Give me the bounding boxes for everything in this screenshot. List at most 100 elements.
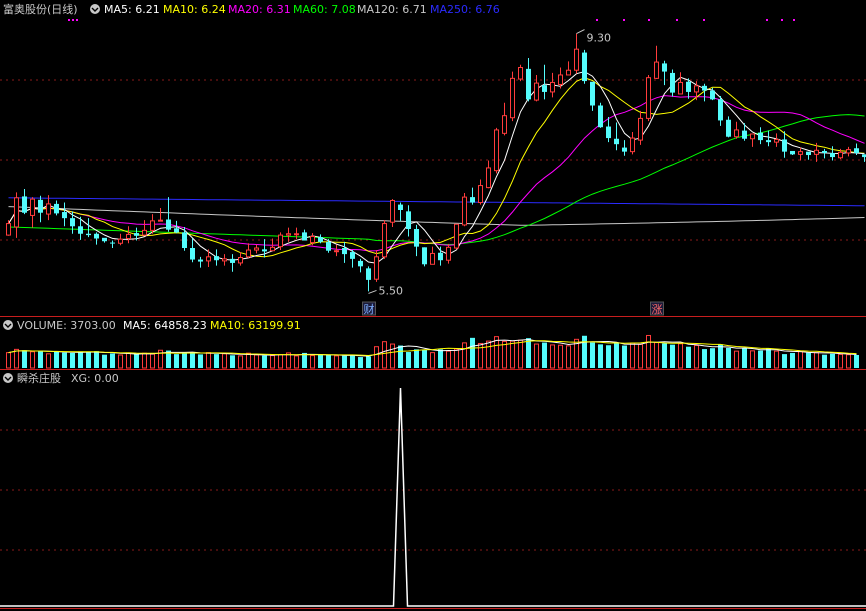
volume-bar-down: [62, 352, 67, 368]
candle-body-up: [566, 69, 571, 76]
high-pointer: [576, 29, 585, 35]
candle-body-down: [622, 147, 627, 152]
volume-bar-up: [46, 353, 51, 369]
stock-name: 富奥股份(日线): [3, 2, 78, 16]
xg-signal-line: [0, 387, 866, 607]
candle-body-down: [174, 228, 179, 233]
volume-bar-down: [414, 349, 419, 368]
candle-body-down: [822, 150, 827, 153]
candle-body-up: [814, 149, 819, 155]
volume-bar-down: [686, 346, 691, 368]
volume-bar-up: [494, 336, 499, 369]
signal-dot: [68, 19, 70, 21]
candle-body-up: [14, 197, 19, 228]
candle-body-down: [190, 248, 195, 260]
candle-body-down: [758, 132, 763, 141]
volume-bar-down: [830, 353, 835, 368]
candle-body-up: [126, 233, 131, 240]
volume-bar-down: [230, 355, 235, 368]
candle-body-up: [446, 246, 451, 261]
volume-ma5-label: MA5: 64858.23: [123, 319, 207, 332]
candle-body-up: [502, 115, 507, 134]
candle-body-down: [230, 258, 235, 263]
volume-ma10-label: MA10: 63199.91: [210, 319, 301, 332]
signal-dot: [623, 19, 625, 21]
low-price-label: 5.50: [379, 284, 404, 297]
volume-bar-down: [110, 353, 115, 368]
candle-body-down: [318, 237, 323, 242]
candle-body-down: [806, 151, 811, 156]
signal-dot: [766, 19, 768, 21]
signal-dot: [596, 19, 598, 21]
candle-body-down: [326, 241, 331, 251]
volume-bar-down: [606, 345, 611, 368]
volume-bar-down: [78, 351, 83, 368]
candle-body-up: [574, 48, 579, 71]
candle-body-up: [374, 256, 379, 280]
volume-bar-up: [142, 352, 147, 369]
volume-bar-down: [54, 351, 59, 368]
candle-body-up: [654, 61, 659, 79]
volume-bar-up: [638, 343, 643, 369]
volume-bar-down: [38, 350, 43, 368]
volume-bar-up: [814, 352, 819, 369]
volume-bar-down: [22, 350, 27, 368]
signal-dot: [648, 19, 650, 21]
candle-body-up: [294, 233, 299, 236]
candle-body-down: [526, 68, 531, 100]
candle-body-down: [302, 232, 307, 241]
candle-body-down: [214, 256, 219, 261]
candle-body-down: [438, 252, 443, 261]
candle-body-up: [694, 85, 699, 93]
volume-bar-up: [222, 353, 227, 369]
candle-body-up: [390, 200, 395, 223]
volume-bar-up: [558, 344, 563, 369]
volume-bar-up: [294, 355, 299, 369]
volume-bar-up: [502, 340, 507, 369]
candle-body-down: [350, 252, 355, 259]
volume-bar-down: [470, 337, 475, 368]
candle-body-up: [510, 77, 515, 119]
volume-bar-down: [326, 354, 331, 368]
volume-bar-up: [206, 352, 211, 369]
volume-bar-down: [134, 354, 139, 368]
volume-bar-up: [238, 355, 243, 369]
candle-body-up: [334, 250, 339, 253]
volume-bar-down: [782, 354, 787, 368]
ma-toggle-icon[interactable]: [90, 4, 100, 14]
candle-body-down: [598, 105, 603, 128]
price-grid: [0, 79, 866, 551]
indicator-toggle-icon[interactable]: [3, 373, 13, 383]
ma20-label: MA20: 6.31: [228, 3, 291, 16]
candle-body-down: [542, 85, 547, 92]
candle-body-down: [166, 219, 171, 230]
candle-body-down: [198, 259, 203, 262]
candle-body-up: [518, 67, 523, 80]
volume-bar-up: [694, 345, 699, 369]
indicator-xg: XG: 0.00: [71, 372, 119, 385]
candle-body-down: [582, 52, 587, 82]
volume-bar-down: [622, 345, 627, 368]
candle-body-up: [462, 196, 467, 226]
candle-body-down: [22, 196, 27, 213]
volume-toggle-icon[interactable]: [3, 320, 13, 330]
volume-series: [6, 334, 859, 369]
candle-body-up: [30, 198, 35, 216]
volume-bar-up: [374, 346, 379, 369]
volume-bar-up: [838, 353, 843, 369]
volume-bar-down: [598, 344, 603, 368]
volume-bar-up: [678, 343, 683, 369]
candle-body-down: [358, 260, 363, 267]
volume-bar-down: [790, 352, 795, 368]
candle-body-down: [862, 154, 866, 158]
candle-body-up: [310, 235, 315, 244]
candle-body-down: [718, 99, 723, 121]
stock-chart[interactable]: 9.30 5.50 财 涨 富奥股份(日线) MA5: 6.21 MA10: 6.24…: [0, 0, 866, 611]
volume-bar-down: [614, 342, 619, 368]
signal-dot: [793, 19, 795, 21]
candle-body-up: [6, 223, 11, 236]
volume-bar-up: [334, 355, 339, 369]
volume-bar-down: [806, 352, 811, 368]
candle-body-up: [678, 81, 683, 95]
candle-body-up: [286, 233, 291, 236]
